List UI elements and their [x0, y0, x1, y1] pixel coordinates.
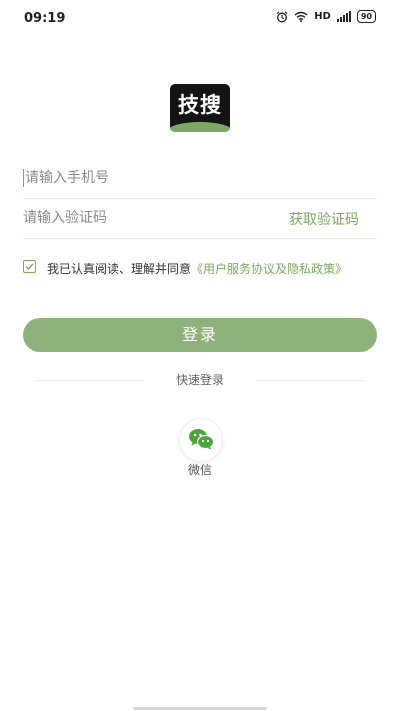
logo-text: 技搜 [178, 93, 222, 117]
status-bar: 09:19 HD 90 [0, 0, 400, 36]
app-logo: 技搜 [170, 84, 230, 132]
wechat-login-button[interactable] [179, 418, 223, 462]
verification-code-input[interactable] [23, 198, 253, 238]
wechat-icon [189, 429, 214, 450]
agreement-checkbox[interactable] [23, 260, 36, 273]
battery-icon: 90 [356, 10, 376, 23]
status-time: 09:19 [24, 11, 66, 26]
text-caret [23, 169, 24, 187]
home-indicator[interactable] [133, 707, 267, 710]
status-icons: HD 90 [276, 10, 376, 23]
phone-input[interactable] [23, 158, 255, 198]
agreement-text: 我已认真阅读、理解并同意《用户服务协议及隐私政策》 [47, 258, 373, 280]
wechat-label: 微信 [187, 463, 212, 477]
signal-icon [336, 11, 351, 22]
divider-right [256, 380, 364, 381]
code-field-row: 获取验证码 [23, 198, 377, 239]
login-button[interactable]: 登录 [23, 318, 377, 352]
agreement-link[interactable]: 《用户服务协议及隐私政策》 [191, 262, 347, 276]
checkmark-icon [25, 263, 34, 271]
phone-field-row [23, 158, 377, 199]
agreement-row: 我已认真阅读、理解并同意《用户服务协议及隐私政策》 [23, 258, 373, 280]
agreement-prefix: 我已认真阅读、理解并同意 [47, 262, 192, 276]
get-code-button[interactable]: 获取验证码 [289, 209, 359, 229]
network-label: HD [314, 11, 331, 22]
logo-accent-arc [170, 122, 230, 132]
wifi-icon [294, 11, 308, 22]
alarm-icon [276, 11, 288, 22]
